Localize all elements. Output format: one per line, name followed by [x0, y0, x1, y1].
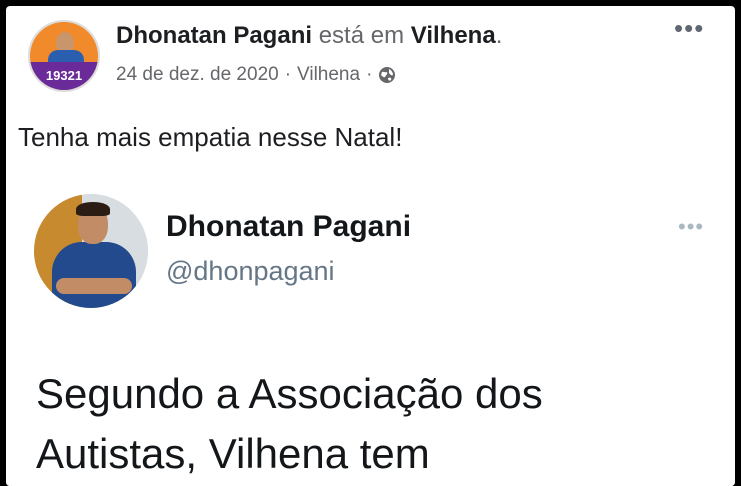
facebook-post-card: 19321 Dhonatan Pagani está em Vilhena. 2… — [6, 6, 735, 486]
check-in-connector: está em — [318, 22, 405, 49]
post-more-options-icon[interactable]: ••• — [674, 15, 704, 41]
avatar-body — [52, 242, 136, 308]
meta-separator: · — [284, 64, 292, 85]
tweet-author-handle[interactable]: @dhonpagani — [166, 256, 335, 287]
tweet-text-line: Segundo a Associação dos — [36, 370, 543, 417]
location-link[interactable]: Vilhena — [411, 22, 496, 49]
globe-icon — [378, 66, 396, 84]
avatar-arms — [56, 278, 132, 294]
embedded-tweet: Dhonatan Pagani @dhonpagani ••• Segundo … — [6, 186, 735, 486]
post-meta: 24 de dez. de 2020 · Vilhena · — [116, 64, 396, 86]
tweet-text: Segundo a Associação dos Autistas, Vilhe… — [36, 364, 716, 484]
avatar-hair — [76, 202, 110, 216]
page-avatar[interactable]: 19321 — [28, 20, 100, 92]
meta-separator: · — [366, 64, 373, 85]
tweet-text-line: Autistas, Vilhena tem — [36, 430, 430, 477]
post-text: Tenha mais empatia nesse Natal! — [18, 122, 403, 152]
header-period: . — [495, 22, 503, 49]
post-header: Dhonatan Pagani está em Vilhena. — [116, 22, 502, 50]
author-name-link[interactable]: Dhonatan Pagani — [116, 22, 312, 49]
tweet-more-options-icon[interactable]: ••• — [678, 214, 704, 240]
tweet-author-avatar[interactable] — [34, 194, 148, 308]
tweet-author-name[interactable]: Dhonatan Pagani — [166, 210, 411, 244]
post-date-link[interactable]: 24 de dez. de 2020 — [116, 64, 279, 86]
avatar-number: 19321 — [45, 68, 83, 83]
meta-location-link[interactable]: Vilhena — [297, 64, 360, 86]
